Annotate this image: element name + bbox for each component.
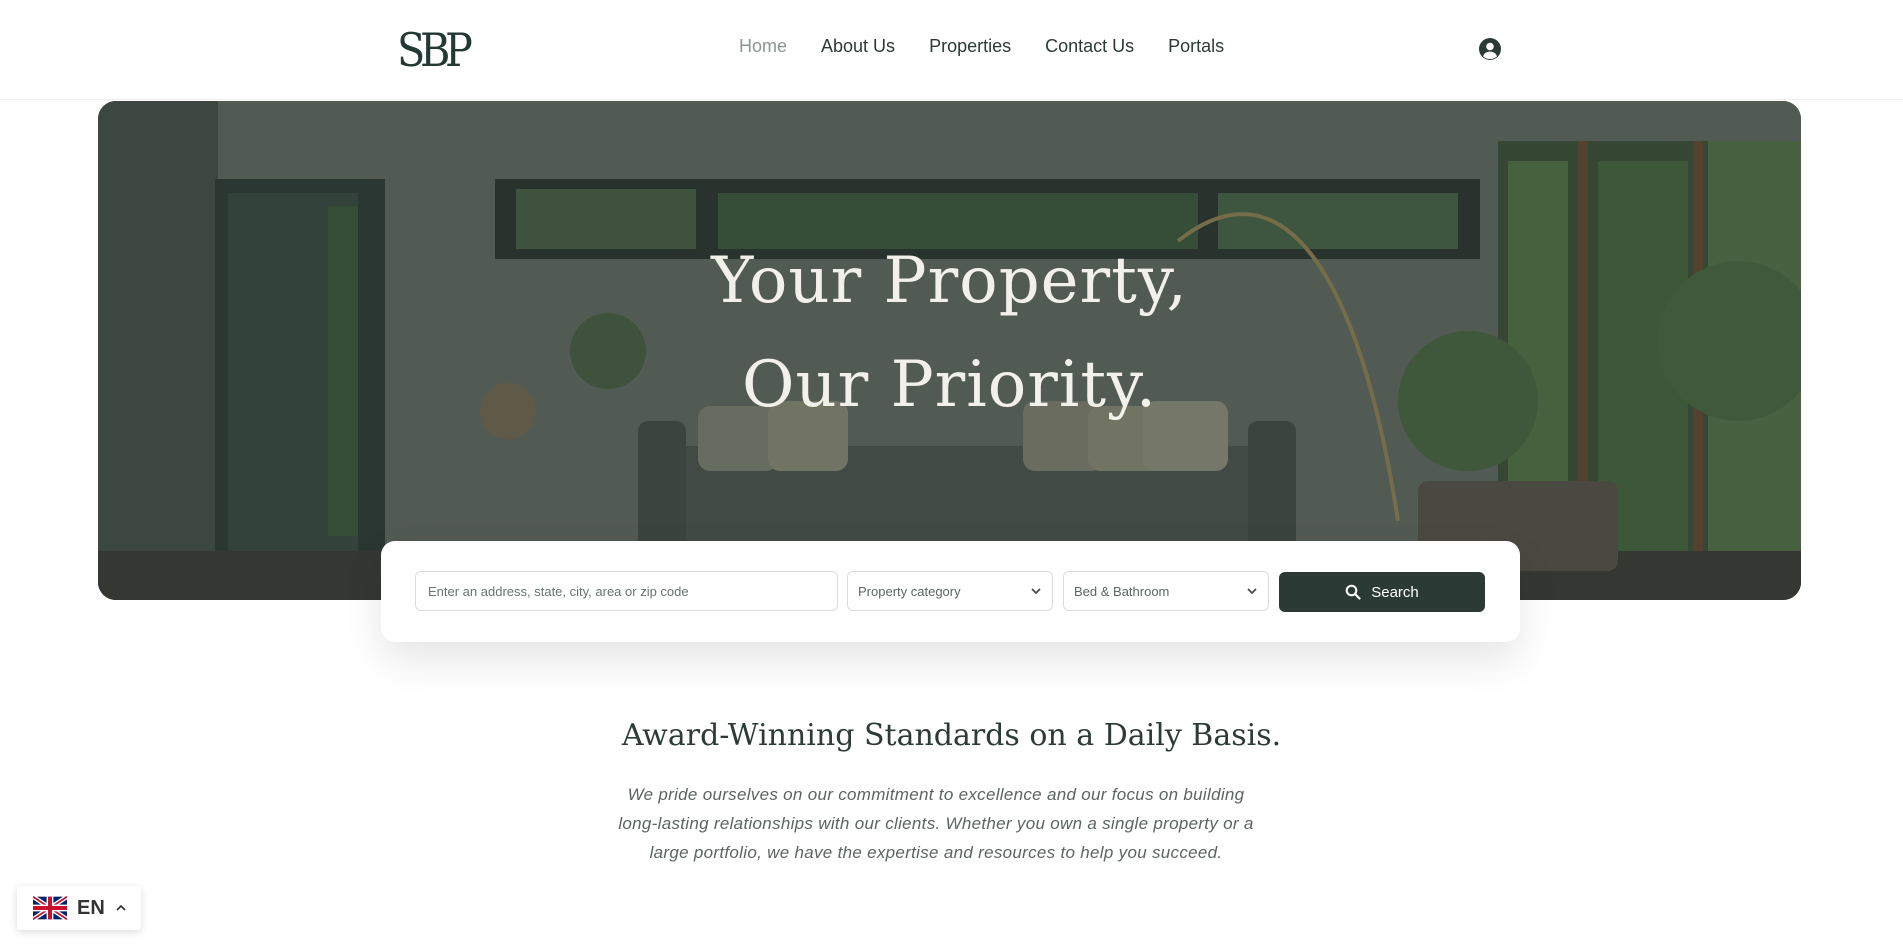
property-category-select[interactable]: Property category: [847, 571, 1053, 611]
nav-item-contact-us[interactable]: Contact Us: [1045, 36, 1134, 57]
nav-item-portals[interactable]: Portals: [1168, 36, 1224, 57]
bed-bathroom-label: Bed & Bathroom: [1074, 583, 1170, 599]
hero-title: Your Property, Our Priority.: [98, 229, 1801, 437]
language-switcher[interactable]: EN: [17, 886, 141, 930]
hero-banner: Your Property, Our Priority.: [98, 101, 1801, 600]
uk-flag-icon: [33, 896, 67, 920]
search-button[interactable]: Search: [1279, 572, 1485, 612]
bed-bathroom-select[interactable]: Bed & Bathroom: [1063, 571, 1269, 611]
property-search-card: Property category Bed & Bathroom Search: [381, 541, 1520, 642]
site-logo[interactable]: SBP: [397, 24, 473, 76]
hero-title-line-1: Your Property,: [711, 244, 1188, 318]
hero-title-line-2: Our Priority.: [741, 348, 1158, 422]
address-field[interactable]: [415, 571, 838, 611]
search-icon: [1345, 584, 1361, 600]
address-search-input[interactable]: [426, 582, 827, 600]
nav-item-home[interactable]: Home: [739, 36, 787, 57]
chevron-up-icon: [116, 904, 126, 911]
search-button-label: Search: [1371, 583, 1419, 601]
section-description: We pride ourselves on our commitment to …: [618, 785, 1254, 862]
user-account-icon[interactable]: [1478, 37, 1502, 61]
site-header: SBP Home About Us Properties Contact Us …: [0, 0, 1903, 100]
main-nav: Home About Us Properties Contact Us Port…: [739, 36, 1224, 57]
chevron-down-icon: [1031, 588, 1041, 595]
section-title: Award-Winning Standards on a Daily Basis…: [621, 718, 1282, 753]
chevron-down-icon: [1247, 588, 1257, 595]
nav-item-about-us[interactable]: About Us: [821, 36, 895, 57]
nav-item-properties[interactable]: Properties: [929, 36, 1011, 57]
property-category-label: Property category: [858, 583, 961, 599]
language-code: EN: [77, 896, 105, 919]
